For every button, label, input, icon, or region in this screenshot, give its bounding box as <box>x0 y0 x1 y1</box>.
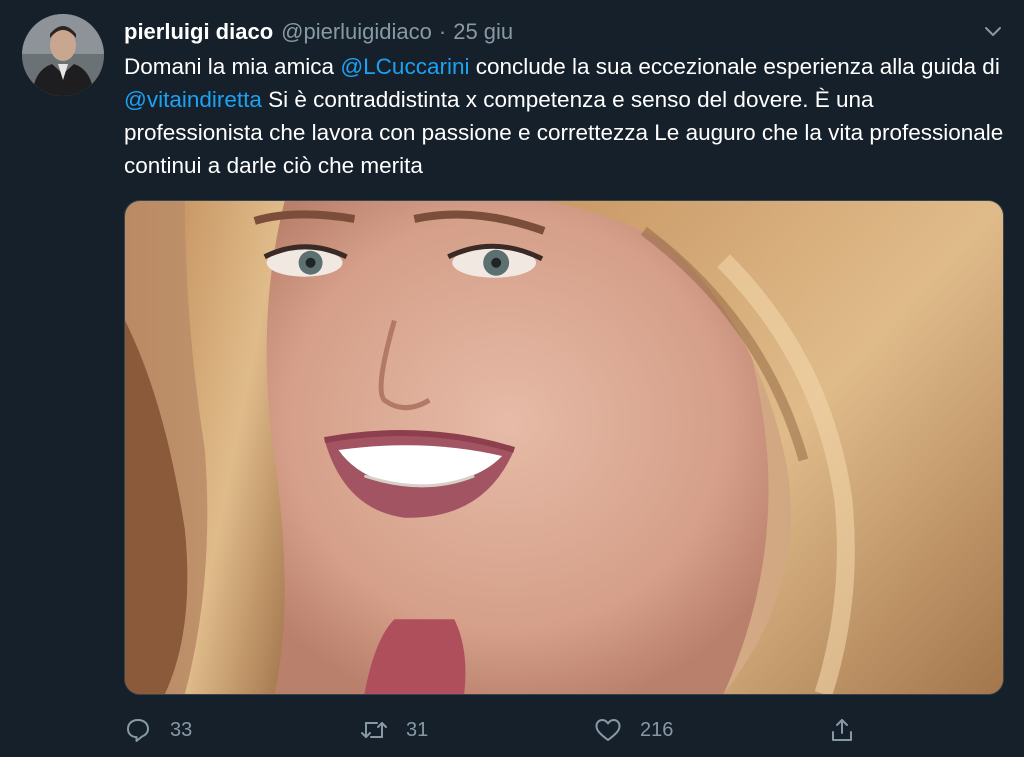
author-name[interactable]: pierluigi diaco <box>124 19 273 45</box>
heart-icon <box>594 716 622 744</box>
mention-link[interactable]: @vitaindiretta <box>124 87 262 112</box>
tweet-media-photo[interactable] <box>124 200 1004 695</box>
retweet-count: 31 <box>406 718 429 741</box>
avatar[interactable] <box>22 14 104 96</box>
retweet-icon <box>360 716 388 744</box>
like-button[interactable]: 216 <box>594 710 673 750</box>
like-count: 216 <box>640 718 674 741</box>
chevron-down-icon <box>985 27 1001 36</box>
reply-icon <box>124 716 152 744</box>
tweet-text: Domani la mia amica @LCuccarini conclude… <box>124 50 1004 182</box>
share-icon <box>828 716 856 744</box>
reply-button[interactable]: 33 <box>124 710 192 750</box>
tweet: pierluigi diaco @pierluigidiaco · 25 giu… <box>0 0 1024 757</box>
reply-count: 33 <box>170 718 193 741</box>
tweet-actions: 33 31 216 <box>124 710 1004 750</box>
mention-link[interactable]: @LCuccarini <box>340 54 469 79</box>
tweet-text-part: conclude la sua eccezionale esperienza a… <box>469 54 1000 79</box>
tweet-header: pierluigi diaco @pierluigidiaco · 25 giu <box>124 14 513 50</box>
header-separator: · <box>438 19 447 44</box>
avatar-photo <box>22 14 104 96</box>
more-options-button[interactable] <box>978 16 1008 46</box>
author-handle[interactable]: @pierluigidiaco <box>281 19 432 45</box>
tweet-text-part: Domani la mia amica <box>124 54 341 79</box>
share-button[interactable] <box>828 710 856 750</box>
retweet-button[interactable]: 31 <box>360 710 428 750</box>
tweet-date[interactable]: 25 giu <box>453 19 513 45</box>
photo-image <box>125 201 1003 694</box>
